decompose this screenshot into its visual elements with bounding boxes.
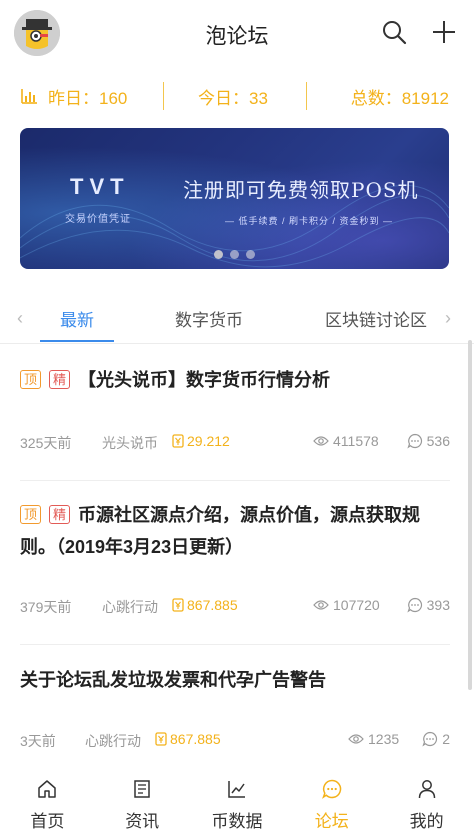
nav-item-news[interactable]: 资讯 — [95, 770, 190, 839]
tab-underline — [40, 340, 114, 342]
eye-icon — [348, 734, 364, 744]
tag-pinned: 顶 — [20, 505, 42, 524]
tag-pinned: 顶 — [20, 370, 42, 389]
banner-logo: TVT — [70, 174, 130, 199]
comment-icon — [407, 597, 422, 613]
post-title: 【光头说币】数字货币行情分析 — [78, 370, 331, 390]
chat-bubble-icon — [321, 779, 342, 799]
chevron-left-icon[interactable]: ‹ — [12, 306, 28, 330]
post-views: 411578 — [313, 433, 379, 449]
nav-item-coin-data[interactable]: 币数据 — [190, 770, 285, 839]
nav-item-mine[interactable]: 我的 — [379, 770, 474, 839]
promo-banner[interactable]: TVT 交易价值凭证 注册即可免费领取POS机 — 低手续费 / 刷卡积分 / … — [20, 128, 449, 269]
nav-label: 首页 — [30, 812, 65, 831]
post-comments[interactable]: 2 — [422, 731, 450, 747]
post-title-row: 顶精币源社区源点介绍，源点价值，源点获取规则。（2019年3月23日更新） — [20, 499, 450, 563]
post-score-value: 29.212 — [187, 433, 230, 449]
post-score: 29.212 — [172, 433, 230, 449]
post-author[interactable]: 光头说币 — [102, 433, 158, 453]
chevron-right-icon[interactable]: › — [440, 306, 456, 330]
comment-icon — [407, 433, 422, 449]
nav-label: 币数据 — [211, 812, 263, 831]
post-item[interactable]: 顶精【光头说币】数字货币行情分析 — [20, 364, 450, 396]
nav-label: 资讯 — [125, 812, 160, 831]
coin-icon — [172, 598, 184, 612]
post-meta: 3天前 心跳行动 867.885 1235 2 — [20, 731, 450, 753]
bottom-navigation: 首页 资讯 币数据 论坛 我的 — [0, 770, 474, 839]
post-title: 币源社区源点介绍，源点价值，源点获取规则。（2019年3月23日更新） — [20, 505, 421, 557]
carousel-indicators — [20, 250, 449, 259]
news-icon — [134, 780, 150, 798]
eye-icon — [313, 600, 329, 610]
comment-icon — [422, 731, 438, 747]
tag-essence: 精 — [49, 370, 71, 389]
eye-icon — [313, 436, 329, 446]
banner-subline: — 低手续费 / 刷卡积分 / 资金秒到 — — [225, 216, 394, 226]
divider — [163, 82, 164, 110]
post-meta: 379天前 心跳行动 867.885 107720 393 — [20, 597, 450, 619]
coin-icon — [172, 434, 184, 448]
post-divider — [20, 480, 450, 481]
banner-headline: 注册即可免费领取POS机 — [183, 178, 419, 202]
app-header: 泡论坛 — [0, 0, 474, 68]
tab-latest[interactable]: 最新 — [60, 306, 94, 331]
nav-label: 论坛 — [314, 812, 349, 831]
category-tabs: ‹ 最新 数字货币 区块链讨论区 › — [0, 296, 474, 344]
carousel-dot[interactable] — [214, 250, 223, 259]
post-item[interactable]: 关于论坛乱发垃圾发票和代孕广告警告 — [20, 664, 450, 696]
post-divider — [20, 644, 450, 645]
post-time: 379天前 — [20, 599, 72, 615]
stat-today: 今日：33 — [198, 78, 268, 114]
post-title: 关于论坛乱发垃圾发票和代孕广告警告 — [20, 670, 326, 690]
home-icon — [38, 780, 57, 798]
chart-line-icon — [228, 781, 245, 798]
post-comments[interactable]: 393 — [407, 597, 450, 613]
tag-essence: 精 — [49, 505, 71, 524]
scrollbar[interactable] — [468, 340, 472, 690]
post-author[interactable]: 心跳行动 — [85, 731, 141, 751]
plus-icon[interactable] — [430, 18, 458, 46]
stat-total: 总数：81912 — [351, 78, 449, 114]
post-comments-value: 536 — [426, 433, 450, 449]
post-time: 3天前 — [20, 733, 56, 749]
stat-today-text: 今日：33 — [198, 88, 268, 108]
search-icon[interactable] — [380, 18, 408, 46]
nav-item-home[interactable]: 首页 — [0, 770, 95, 839]
person-icon — [418, 780, 435, 799]
post-comments[interactable]: 536 — [407, 433, 450, 449]
post-views: 107720 — [313, 597, 380, 613]
divider — [306, 82, 307, 110]
post-score-value: 867.885 — [187, 597, 238, 613]
post-score-value: 867.885 — [170, 731, 221, 747]
stat-yesterday: 昨日：160 — [20, 78, 127, 114]
post-views-value: 411578 — [333, 433, 379, 449]
banner-logo-subtitle: 交易价值凭证 — [65, 214, 131, 225]
post-time: 325天前 — [20, 435, 72, 451]
tab-blockchain-discussion[interactable]: 区块链讨论区 — [325, 306, 427, 331]
post-views-value: 1235 — [368, 731, 400, 747]
bar-chart-icon — [21, 89, 37, 104]
coin-icon — [155, 732, 167, 746]
post-title-row: 顶精【光头说币】数字货币行情分析 — [20, 364, 450, 396]
stat-total-text: 总数：81912 — [350, 88, 449, 108]
nav-label: 我的 — [409, 812, 444, 831]
stat-yesterday-text: 昨日：160 — [48, 88, 128, 108]
post-comments-value: 393 — [426, 597, 450, 613]
post-meta: 325天前 光头说币 29.212 411578 536 — [20, 433, 450, 455]
carousel-dot[interactable] — [230, 250, 239, 259]
post-views-value: 107720 — [333, 597, 380, 613]
post-score: 867.885 — [172, 597, 238, 613]
carousel-dot[interactable] — [246, 250, 255, 259]
post-author[interactable]: 心跳行动 — [102, 597, 158, 617]
nav-item-forum[interactable]: 论坛 — [284, 770, 379, 839]
post-views: 1235 — [348, 731, 399, 747]
forum-stats: 昨日：160 今日：33 总数：81912 — [0, 78, 474, 114]
post-score: 867.885 — [155, 731, 221, 747]
post-item[interactable]: 顶精币源社区源点介绍，源点价值，源点获取规则。（2019年3月23日更新） — [20, 499, 450, 563]
post-comments-value: 2 — [442, 731, 450, 747]
tab-digital-currency[interactable]: 数字货币 — [175, 306, 243, 331]
